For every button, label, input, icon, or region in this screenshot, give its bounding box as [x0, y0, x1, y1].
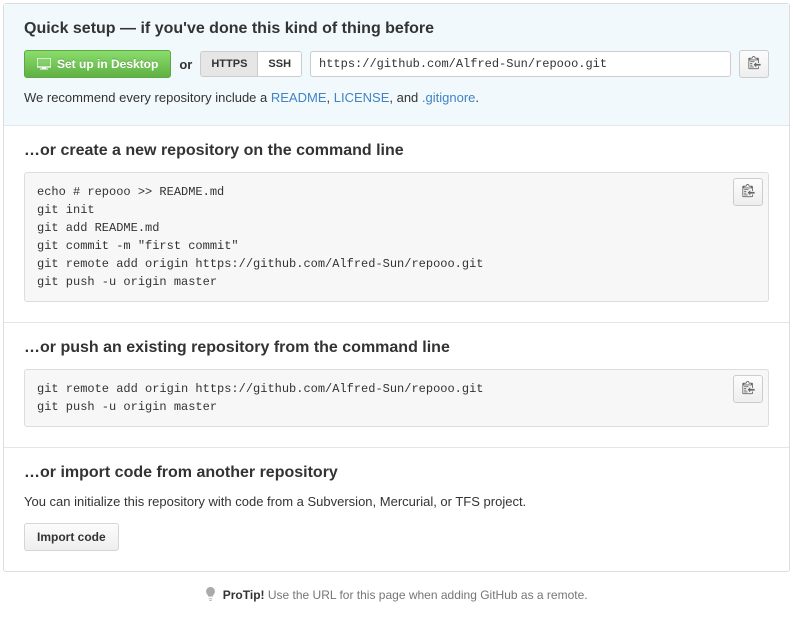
period: . [475, 90, 479, 105]
gitignore-link[interactable]: .gitignore [422, 90, 475, 105]
import-code-button[interactable]: Import code [24, 523, 119, 551]
lightbulb-icon [205, 588, 219, 602]
protip-text: Use the URL for this page when adding Gi… [265, 588, 588, 602]
recommend-prefix: We recommend every repository include a [24, 90, 271, 105]
comma1: , [327, 90, 334, 105]
setup-desktop-button[interactable]: Set up in Desktop [24, 50, 171, 78]
license-link[interactable]: LICENSE [334, 90, 390, 105]
https-toggle[interactable]: HTTPS [201, 52, 257, 76]
push-repo-section: …or push an existing repository from the… [4, 323, 789, 448]
create-repo-title: …or create a new repository on the comma… [24, 142, 769, 160]
protip-label: ProTip! [223, 588, 265, 602]
clipboard-icon [742, 381, 755, 398]
clipboard-icon [748, 56, 761, 73]
import-repo-section: …or import code from another repository … [4, 448, 789, 571]
quick-setup-section: Quick setup — if you've done this kind o… [4, 4, 789, 126]
protocol-toggle: HTTPS SSH [200, 51, 302, 77]
readme-link[interactable]: README [271, 90, 327, 105]
clone-url-input[interactable] [310, 51, 731, 77]
desktop-icon [37, 58, 51, 70]
create-repo-section: …or create a new repository on the comma… [4, 126, 789, 323]
protip: ProTip! Use the URL for this page when a… [0, 575, 793, 608]
push-repo-title: …or push an existing repository from the… [24, 339, 769, 357]
comma2: , and [389, 90, 422, 105]
setup-row: Set up in Desktop or HTTPS SSH [24, 50, 769, 78]
ssh-toggle[interactable]: SSH [257, 52, 301, 76]
or-text: or [179, 57, 192, 72]
recommend-text: We recommend every repository include a … [24, 90, 769, 105]
create-repo-code: echo # repooo >> README.md git init git … [24, 172, 769, 302]
copy-url-button[interactable] [739, 50, 769, 78]
push-repo-code: git remote add origin https://github.com… [24, 369, 769, 427]
import-repo-title: …or import code from another repository [24, 464, 769, 482]
copy-push-code-button[interactable] [733, 375, 763, 403]
clipboard-icon [742, 184, 755, 201]
copy-create-code-button[interactable] [733, 178, 763, 206]
setup-desktop-label: Set up in Desktop [57, 57, 158, 71]
quick-setup-title: Quick setup — if you've done this kind o… [24, 20, 769, 38]
import-repo-text: You can initialize this repository with … [24, 494, 769, 509]
